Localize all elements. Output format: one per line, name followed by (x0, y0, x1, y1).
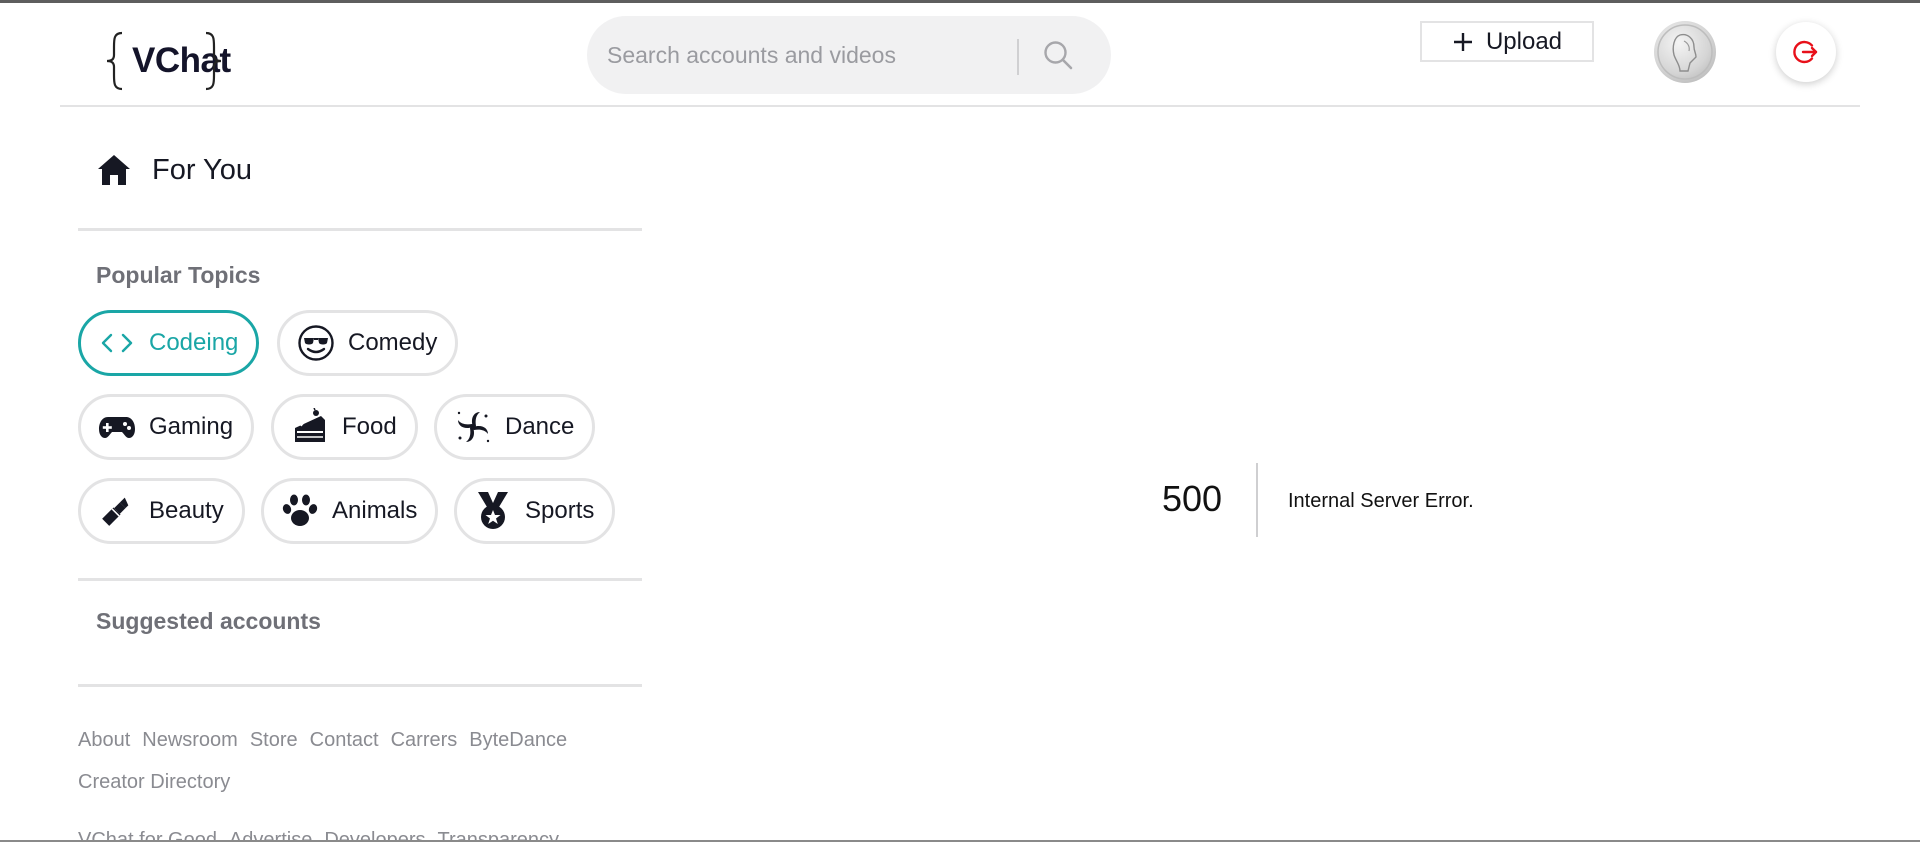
lipstick-icon (97, 491, 137, 531)
dance-swirl-icon (453, 407, 493, 447)
nav-for-you[interactable]: For You (96, 150, 252, 190)
plus-icon (1453, 32, 1472, 51)
logout-button[interactable] (1776, 22, 1836, 82)
logout-icon (1793, 40, 1818, 64)
footer-link-carrers[interactable]: Carrers (391, 724, 458, 756)
error-message: Internal Server Error. (1288, 490, 1474, 512)
search-icon (1044, 41, 1073, 70)
footer-link-store[interactable]: Store (250, 724, 298, 756)
suggested-accounts-title: Suggested accounts (96, 608, 321, 634)
upload-label: Upload (1485, 27, 1563, 55)
code-icon (97, 323, 137, 363)
gamepad-icon (97, 407, 137, 447)
error-divider (1256, 463, 1258, 537)
home-icon (98, 155, 130, 185)
divider (78, 228, 642, 231)
footer-link-creator-directory[interactable]: Creator Directory (78, 766, 642, 798)
popular-topics-title: Popular Topics (96, 262, 261, 288)
search-bar (587, 16, 1111, 94)
topic-label: Codeing (149, 329, 239, 356)
topic-label: Comedy (348, 329, 438, 356)
footer-link-newsroom[interactable]: Newsroom (142, 724, 238, 756)
sidebar: For You Popular Topics Codeing Comedy Ga… (78, 108, 642, 842)
avatar-image (1657, 24, 1713, 80)
logo[interactable]: VChat (104, 31, 231, 91)
topic-chip-sports[interactable]: Sports (454, 478, 616, 544)
topic-label: Beauty (149, 497, 224, 524)
left-brace-icon (106, 31, 123, 91)
search-input[interactable] (607, 30, 1017, 80)
medal-icon (473, 491, 513, 531)
error-code: 500 (1162, 478, 1223, 519)
footer-links: About Newsroom Store Contact Carrers Byt… (78, 724, 642, 798)
sunglasses-smile-icon (296, 323, 336, 363)
topic-label: Food (342, 413, 397, 440)
avatar[interactable] (1654, 21, 1716, 83)
search-divider (1017, 39, 1019, 75)
search-button[interactable] (1035, 33, 1081, 77)
cake-icon (290, 407, 330, 447)
header: VChat Upload (60, 3, 1860, 107)
divider (78, 578, 642, 581)
for-you-label: For You (152, 153, 252, 186)
topic-label: Dance (505, 413, 575, 440)
footer-link-bytedance[interactable]: ByteDance (469, 724, 567, 756)
topic-label: Sports (525, 497, 595, 524)
paw-icon (280, 491, 320, 531)
topic-chip-comedy[interactable]: Comedy (277, 310, 459, 376)
topic-label: Animals (332, 497, 418, 524)
topic-chip-dance[interactable]: Dance (434, 394, 596, 460)
footer-link-contact[interactable]: Contact (310, 724, 379, 756)
footer-link-about[interactable]: About (78, 724, 130, 756)
right-brace-icon (205, 31, 222, 91)
topic-chip-codeing[interactable]: Codeing (78, 310, 260, 376)
topic-chip-gaming[interactable]: Gaming (78, 394, 255, 460)
topic-label: Gaming (149, 413, 234, 440)
topic-chip-food[interactable]: Food (271, 394, 418, 460)
upload-button[interactable]: Upload (1420, 21, 1594, 62)
topic-chip-beauty[interactable]: Beauty (78, 478, 245, 544)
topic-chip-animals[interactable]: Animals (261, 478, 439, 544)
divider (78, 684, 642, 687)
